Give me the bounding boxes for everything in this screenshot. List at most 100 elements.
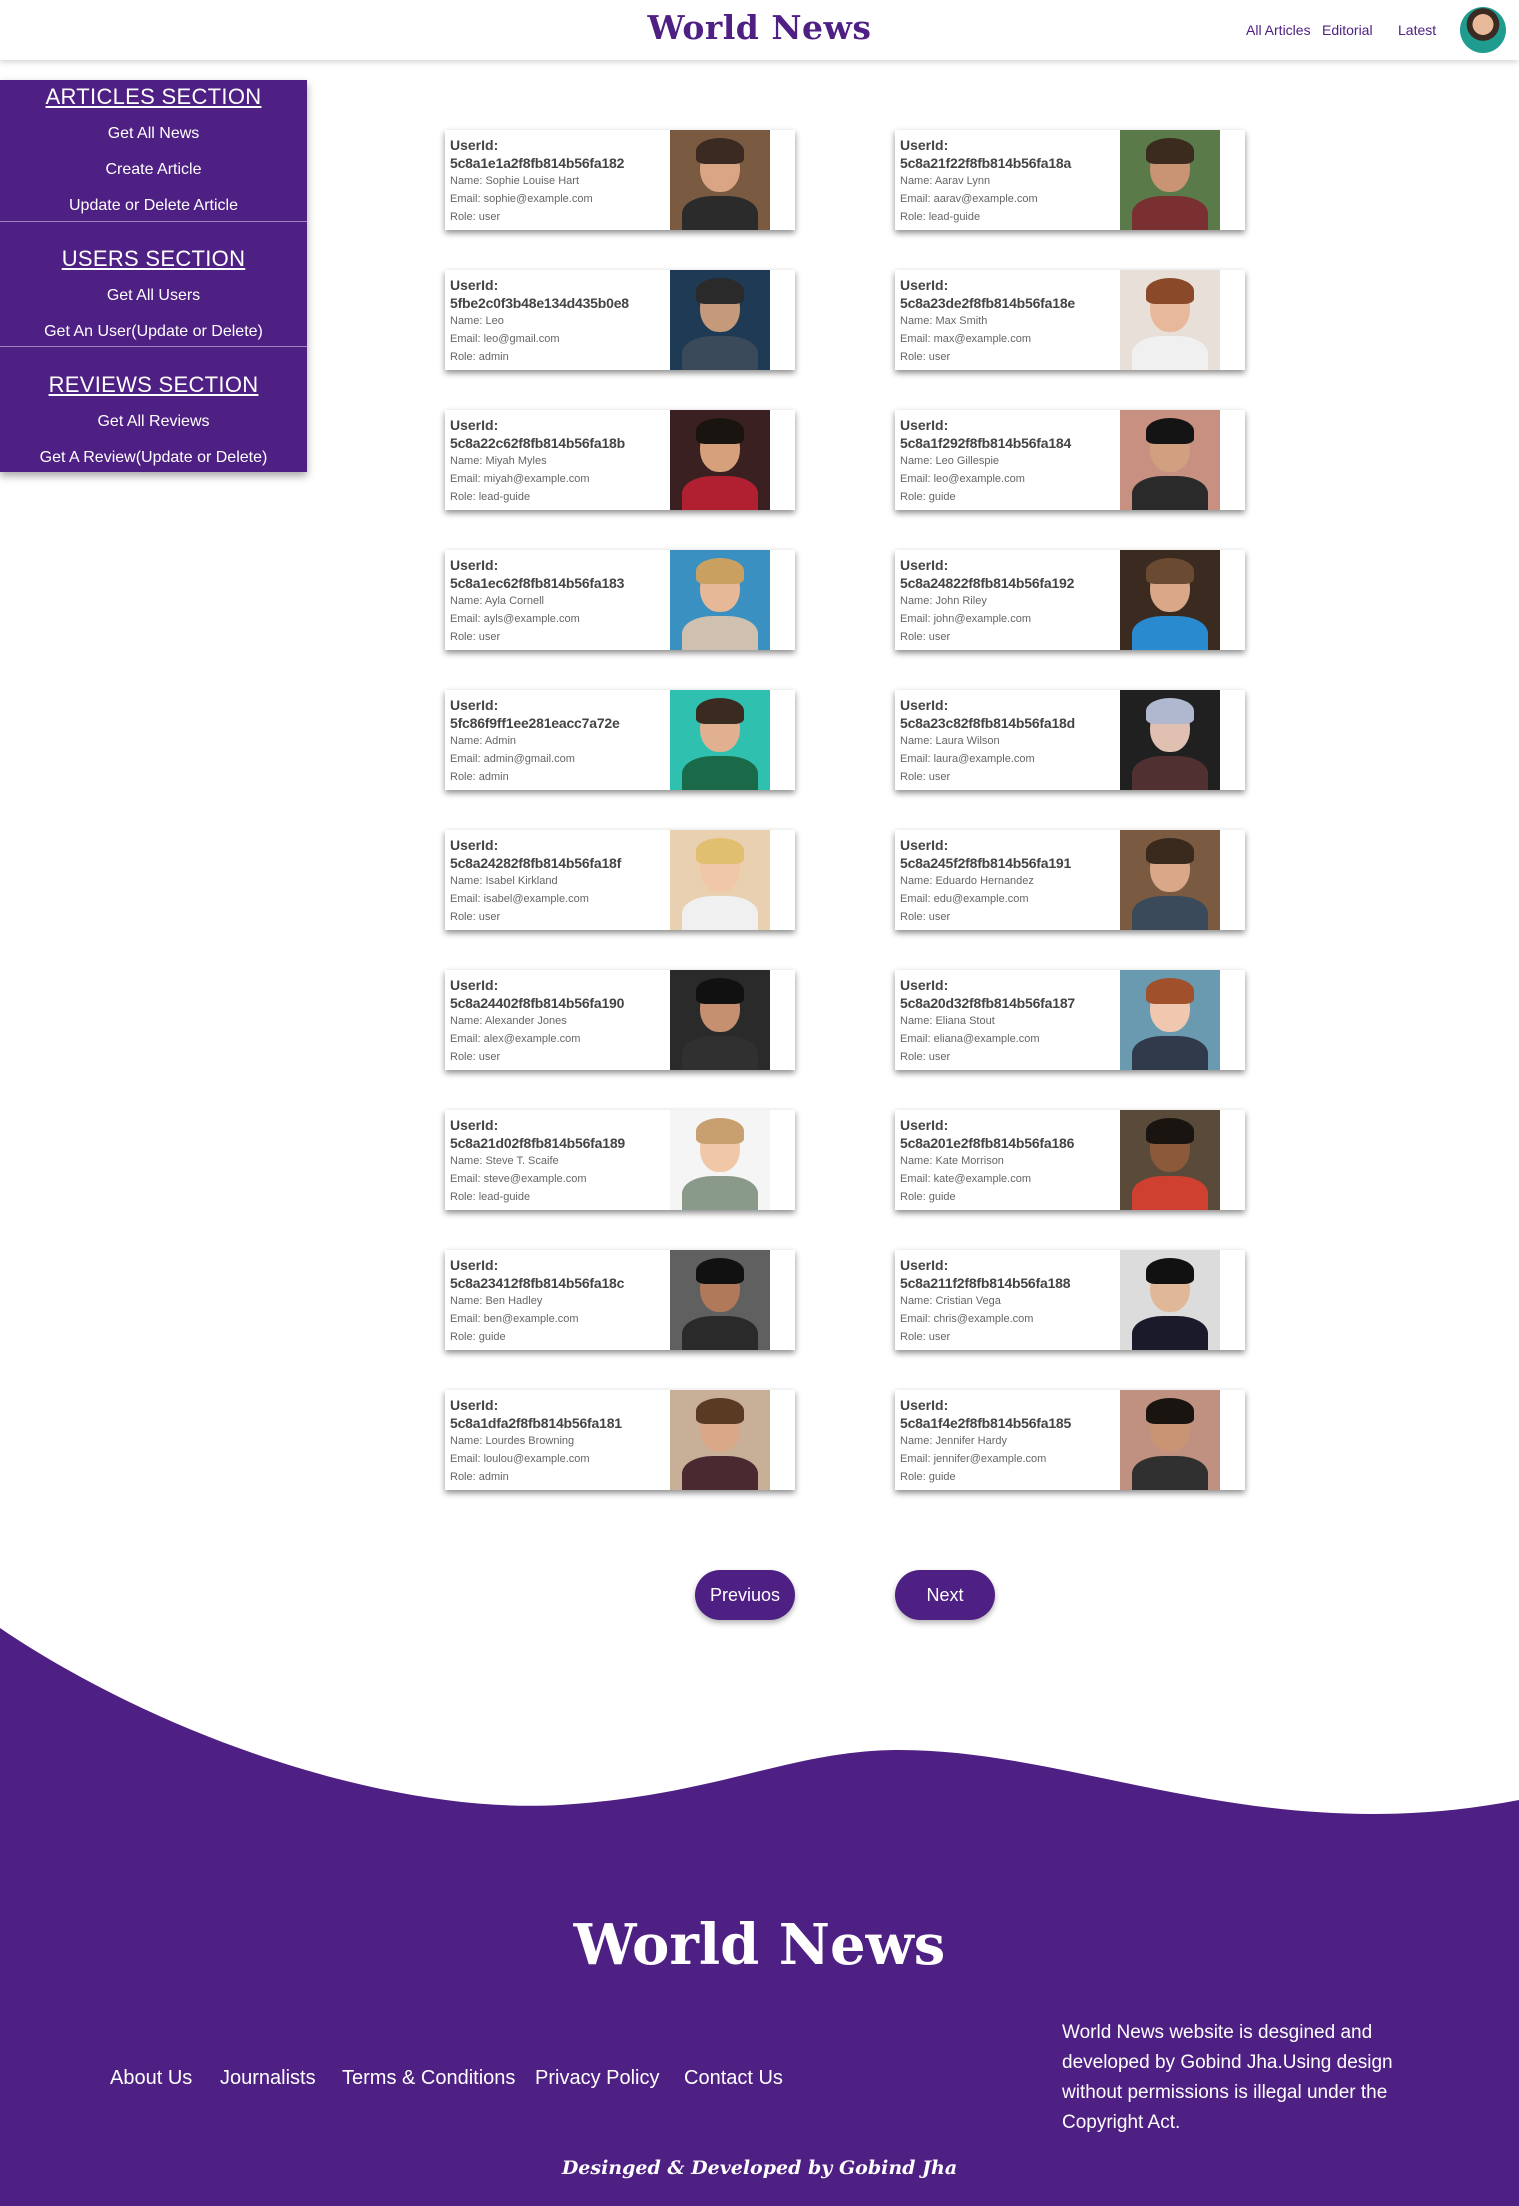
sidebar-link-update-delete-article[interactable]: Update or Delete Article: [0, 188, 307, 224]
footer-logo[interactable]: World News: [0, 1912, 1519, 1978]
user-avatar[interactable]: [1460, 7, 1506, 53]
user-id-label: UserId:: [450, 1257, 499, 1273]
user-email: Email: edu@example.com: [900, 893, 1029, 905]
articles-section: ARTICLES SECTION Get All News Create Art…: [0, 84, 307, 224]
user-id-label: UserId:: [900, 137, 949, 153]
user-card[interactable]: UserId: 5c8a245f2f8fb814b56fa191 Name: Edu…: [895, 830, 1245, 930]
user-id-label: UserId:: [450, 1397, 499, 1413]
user-id-value: 5c8a24282f8fb814b56fa18f: [450, 855, 622, 871]
user-id-value: 5c8a22c62f8fb814b56fa18b: [450, 435, 625, 451]
user-card[interactable]: UserId: 5c8a201e2f8fb814b56fa186 Name: Kat…: [895, 1110, 1245, 1210]
user-role: Role: user: [900, 631, 951, 643]
user-card[interactable]: UserId: 5c8a24402f8fb814b56fa190 Name: Ale…: [445, 970, 795, 1070]
user-card[interactable]: UserId: 5c8a21f22f8fb814b56fa18a Name: Aar…: [895, 130, 1245, 230]
user-id-label: UserId:: [900, 977, 949, 993]
user-card[interactable]: UserId: 5c8a1ec62f8fb814b56fa183 Name: Ayl…: [445, 550, 795, 650]
user-card-info: UserId: 5c8a1ec62f8fb814b56fa183 Name: Ayl…: [450, 556, 675, 646]
users-section: USERS SECTION Get All Users Get An User(…: [0, 246, 307, 350]
previous-page-button[interactable]: Previuos: [695, 1570, 795, 1620]
user-id-value: 5c8a1ec62f8fb814b56fa183: [450, 575, 625, 591]
user-email: Email: loulou@example.com: [450, 1453, 590, 1465]
user-card-info: UserId: 5c8a21f22f8fb814b56fa18a Name: Aar…: [900, 136, 1125, 226]
admin-sidebar: ARTICLES SECTION Get All News Create Art…: [0, 80, 307, 472]
user-role: Role: admin: [450, 1471, 509, 1483]
user-name: Name: Max Smith: [900, 315, 988, 327]
user-photo: [670, 690, 770, 790]
user-role: Role: user: [900, 1051, 951, 1063]
user-card[interactable]: UserId: 5fc86f9ff1ee281eacc7a72e Name: Adm…: [445, 690, 795, 790]
user-card[interactable]: UserId: 5c8a1dfa2f8fb814b56fa181 Name: Lou…: [445, 1390, 795, 1490]
user-email: Email: john@example.com: [900, 613, 1031, 625]
user-card[interactable]: UserId: 5c8a21d02f8fb814b56fa189 Name: Ste…: [445, 1110, 795, 1210]
user-id-label: UserId:: [450, 557, 499, 573]
user-card[interactable]: UserId: 5fbe2c0f3b48e134d435b0e8 Name: Leo…: [445, 270, 795, 370]
footer-link-privacy-policy[interactable]: Privacy Policy: [535, 2067, 659, 2090]
sidebar-link-get-user[interactable]: Get An User(Update or Delete): [0, 314, 307, 350]
user-id-label: UserId:: [900, 277, 949, 293]
user-card[interactable]: UserId: 5c8a23de2f8fb814b56fa18e Name: Max…: [895, 270, 1245, 370]
footer-credit: Desinged & Developed by Gobind Jha: [561, 2157, 958, 2179]
user-photo: [1120, 1110, 1220, 1210]
user-role: Role: guide: [900, 491, 956, 503]
user-email: Email: admin@gmail.com: [450, 753, 575, 765]
footer-link-journalists[interactable]: Journalists: [220, 2067, 316, 2090]
user-photo: [670, 550, 770, 650]
user-card[interactable]: UserId: 5c8a1e1a2f8fb814b56fa182 Name: Sop…: [445, 130, 795, 230]
user-id-value: 5c8a1f292f8fb814b56fa184: [900, 435, 1072, 451]
next-page-button[interactable]: Next: [895, 1570, 995, 1620]
sidebar-link-get-all-reviews[interactable]: Get All Reviews: [0, 404, 307, 440]
user-role: Role: user: [450, 211, 501, 223]
user-card[interactable]: UserId: 5c8a1f292f8fb814b56fa184 Name: Leo…: [895, 410, 1245, 510]
user-name: Name: Eliana Stout: [900, 1015, 995, 1027]
user-card[interactable]: UserId: 5c8a22c62f8fb814b56fa18b Name: Miy…: [445, 410, 795, 510]
user-email: Email: max@example.com: [900, 333, 1031, 345]
user-photo: [1120, 410, 1220, 510]
user-role: Role: user: [900, 351, 951, 363]
user-card-info: UserId: 5c8a24402f8fb814b56fa190 Name: Ale…: [450, 976, 675, 1066]
user-name: Name: John Riley: [900, 595, 987, 607]
footer-about-text: World News website is desgined and devel…: [1062, 2022, 1393, 2133]
user-id-label: UserId:: [450, 697, 499, 713]
footer-link-about-us[interactable]: About Us: [110, 2067, 192, 2090]
user-card[interactable]: UserId: 5c8a20d32f8fb814b56fa187 Name: Eli…: [895, 970, 1245, 1070]
user-role: Role: user: [900, 911, 951, 923]
user-email: Email: miyah@example.com: [450, 473, 590, 485]
user-id-value: 5c8a20d32f8fb814b56fa187: [900, 995, 1075, 1011]
footer-link-contact-us[interactable]: Contact Us: [684, 2067, 783, 2090]
user-role: Role: user: [900, 1331, 951, 1343]
user-photo: [1120, 270, 1220, 370]
nav-editorial[interactable]: Editorial: [1322, 22, 1373, 38]
user-name: Name: Steve T. Scaife: [450, 1155, 559, 1167]
user-id-value: 5c8a1dfa2f8fb814b56fa181: [450, 1415, 622, 1431]
user-role: Role: lead-guide: [450, 491, 531, 503]
sidebar-link-get-all-news[interactable]: Get All News: [0, 116, 307, 152]
user-role: Role: lead-guide: [900, 211, 981, 223]
user-card[interactable]: UserId: 5c8a23c82f8fb814b56fa18d Name: Lau…: [895, 690, 1245, 790]
user-role: Role: user: [450, 631, 501, 643]
sidebar-link-get-review[interactable]: Get A Review(Update or Delete): [0, 440, 307, 476]
footer-link-terms[interactable]: Terms & Conditions: [342, 2067, 515, 2090]
user-id-value: 5c8a23412f8fb814b56fa18c: [450, 1275, 625, 1291]
user-photo: [1120, 830, 1220, 930]
user-card[interactable]: UserId: 5c8a1f4e2f8fb814b56fa185 Name: Jen…: [895, 1390, 1245, 1490]
user-role: Role: user: [450, 1051, 501, 1063]
user-role: Role: admin: [450, 771, 509, 783]
nav-latest[interactable]: Latest: [1398, 22, 1436, 38]
sidebar-link-get-all-users[interactable]: Get All Users: [0, 278, 307, 314]
user-role: Role: user: [900, 771, 951, 783]
user-card[interactable]: UserId: 5c8a211f2f8fb814b56fa188 Name: Cri…: [895, 1250, 1245, 1350]
user-name: Name: Leo: [450, 315, 504, 327]
user-id-value: 5c8a1e1a2f8fb814b56fa182: [450, 155, 625, 171]
user-role: Role: guide: [450, 1331, 506, 1343]
user-photo: [1120, 130, 1220, 230]
user-name: Name: Kate Morrison: [900, 1155, 1004, 1167]
nav-all-articles[interactable]: All Articles: [1246, 22, 1311, 38]
user-id-label: UserId:: [900, 697, 949, 713]
sidebar-link-create-article[interactable]: Create Article: [0, 152, 307, 188]
user-card[interactable]: UserId: 5c8a24282f8fb814b56fa18f Name: Isa…: [445, 830, 795, 930]
user-id-value: 5c8a24402f8fb814b56fa190: [450, 995, 625, 1011]
user-card[interactable]: UserId: 5c8a24822f8fb814b56fa192 Name: Joh…: [895, 550, 1245, 650]
user-card[interactable]: UserId: 5c8a23412f8fb814b56fa18c Name: Ben…: [445, 1250, 795, 1350]
user-card-info: UserId: 5c8a21d02f8fb814b56fa189 Name: Ste…: [450, 1116, 675, 1206]
user-role: Role: user: [450, 911, 501, 923]
